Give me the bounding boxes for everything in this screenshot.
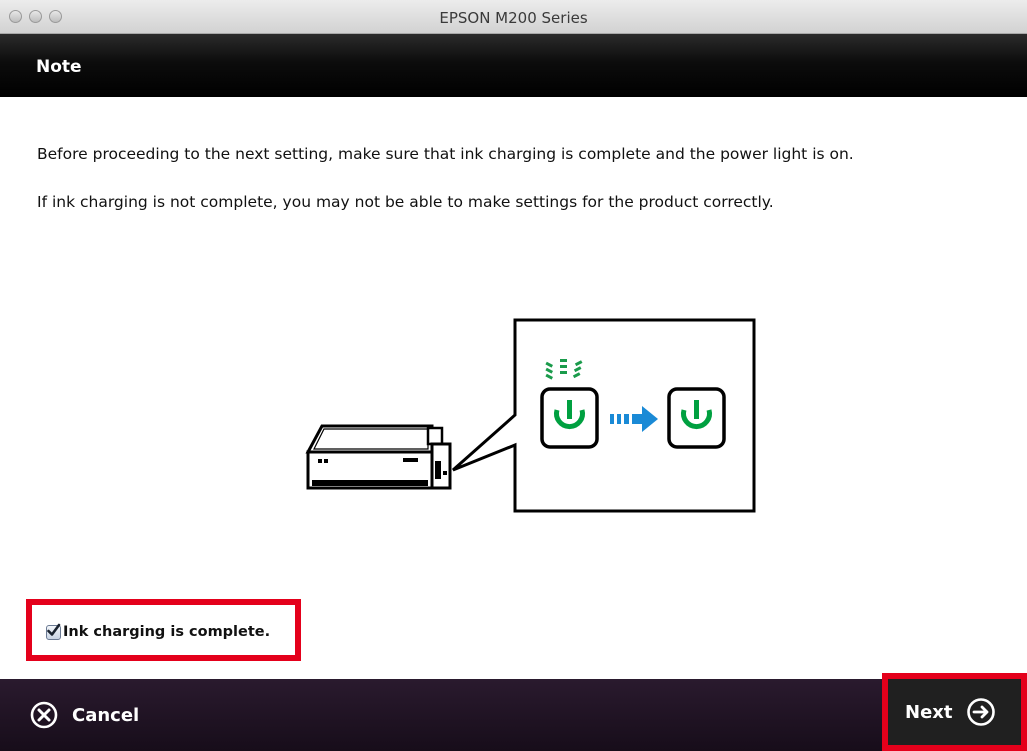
next-button-highlight: Next bbox=[882, 673, 1027, 751]
ink-charging-complete-checkbox[interactable]: Ink charging is complete. bbox=[46, 623, 271, 640]
next-arrow-circle-icon bbox=[966, 698, 995, 726]
checkbox-label: Ink charging is complete. bbox=[63, 624, 271, 640]
checkmark-icon bbox=[47, 623, 61, 636]
cancel-label: Cancel bbox=[72, 704, 140, 726]
power-button-on-icon bbox=[667, 387, 726, 449]
instruction-text-1: Before proceeding to the next setting, m… bbox=[37, 145, 854, 163]
footer-bar: Cancel bbox=[0, 679, 1027, 751]
checkbox-highlight: Ink charging is complete. bbox=[26, 599, 301, 661]
next-label: Next bbox=[905, 701, 953, 723]
cancel-circle-x-icon bbox=[30, 701, 58, 729]
window-title: EPSON M200 Series bbox=[439, 9, 588, 27]
ink-charging-illustration bbox=[305, 318, 756, 513]
instruction-text-2: If ink charging is not complete, you may… bbox=[37, 193, 774, 211]
page-title: Note bbox=[36, 57, 82, 77]
checkbox-box[interactable] bbox=[46, 623, 61, 640]
printer-icon bbox=[305, 424, 452, 490]
cancel-button[interactable]: Cancel bbox=[0, 679, 200, 751]
page-header: Note bbox=[0, 34, 1027, 97]
power-button-blinking-icon bbox=[540, 387, 599, 449]
window-titlebar: EPSON M200 Series bbox=[0, 0, 1027, 34]
next-button[interactable]: Next bbox=[888, 679, 1021, 745]
